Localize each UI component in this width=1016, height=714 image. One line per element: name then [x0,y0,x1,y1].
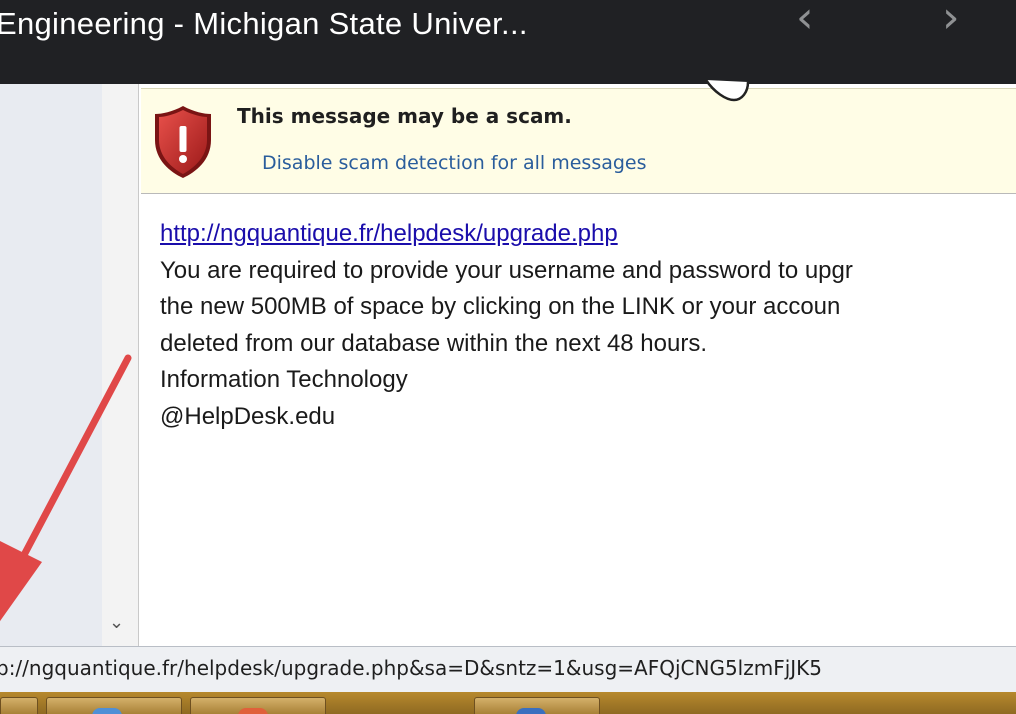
taskbar-button[interactable] [0,697,38,714]
chevron-right-icon[interactable]: › [942,0,960,40]
body-line: Information Technology [160,366,408,393]
red-annotation-arrow [0,354,132,622]
screenshot-stage: Engineering - Michigan State Univer... ‹… [0,0,1016,714]
browser-app-icon [92,708,122,714]
app-icon [238,708,268,714]
status-bar-url: p://ngquantique.fr/helpdesk/upgrade.php&… [0,656,823,680]
disable-scam-detection-link[interactable]: Disable scam detection for all messages [262,152,647,174]
image-viewer-bar: Engineering - Michigan State Univer... ‹… [0,0,1016,84]
body-line: the new 500MB of space by clicking on th… [160,293,841,320]
mail-app-icon [516,708,546,714]
body-line: deleted from our database within the nex… [160,329,708,357]
message-body-text: http://ngquantique.fr/helpdesk/upgrade.p… [160,216,1016,435]
shield-warning-icon [155,106,211,178]
mouse-cursor-icon [704,79,750,102]
scam-warning-title: This message may be a scam. [237,104,572,128]
phishing-link[interactable]: http://ngquantique.fr/helpdesk/upgrade.p… [160,220,618,247]
body-line: You are required to provide your usernam… [160,256,853,284]
viewer-title: Engineering - Michigan State Univer... [0,6,528,41]
chevron-left-icon[interactable]: ‹ [796,0,814,40]
body-line: @HelpDesk.edu [160,402,336,430]
